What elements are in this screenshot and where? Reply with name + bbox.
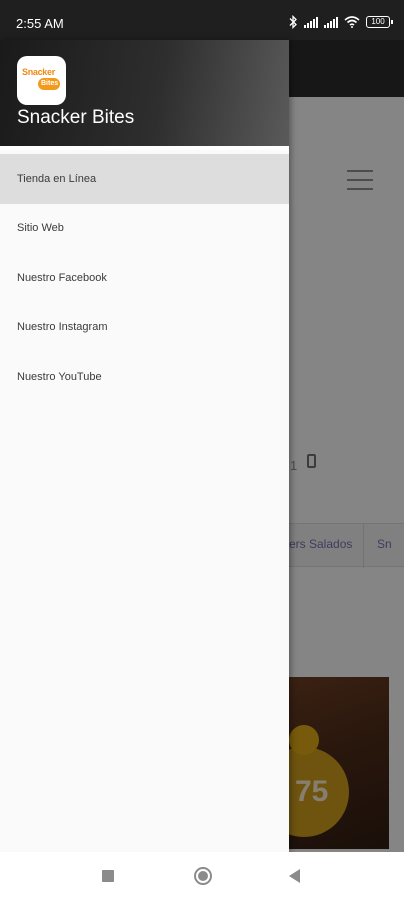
signal-icon: [324, 16, 338, 28]
system-nav-bar: [0, 852, 404, 900]
app-name: Snacker Bites: [17, 107, 135, 128]
wifi-icon: [344, 16, 360, 28]
drawer-menu: Tienda en Línea Sitio Web Nuestro Facebo…: [0, 154, 289, 402]
back-icon[interactable]: [289, 869, 300, 883]
drawer-header: Snacker Bites Snacker Bites: [0, 40, 289, 146]
menu-item-youtube[interactable]: Nuestro YouTube: [0, 352, 289, 402]
app-logo: Snacker Bites: [17, 56, 66, 105]
status-time: 2:55 AM: [16, 16, 64, 31]
home-icon[interactable]: [194, 867, 212, 885]
recent-apps-icon[interactable]: [102, 870, 114, 882]
bluetooth-icon: [289, 15, 297, 29]
battery-icon: 100: [366, 16, 393, 28]
menu-item-sitio-web[interactable]: Sitio Web: [0, 204, 289, 254]
navigation-drawer: Snacker Bites Snacker Bites Tienda en Lí…: [0, 40, 289, 852]
menu-item-tienda-en-linea[interactable]: Tienda en Línea: [0, 154, 289, 204]
status-bar: 2:55 AM 100: [0, 0, 404, 40]
battery-level: 100: [371, 17, 385, 26]
logo-text-bottom: Bites: [41, 80, 59, 87]
menu-item-instagram[interactable]: Nuestro Instagram: [0, 303, 289, 353]
logo-text-top: Snacker: [22, 67, 55, 77]
menu-item-facebook[interactable]: Nuestro Facebook: [0, 253, 289, 303]
status-icons: 100: [288, 15, 393, 29]
header-divider: [0, 146, 289, 150]
signal-icon: [304, 16, 318, 28]
